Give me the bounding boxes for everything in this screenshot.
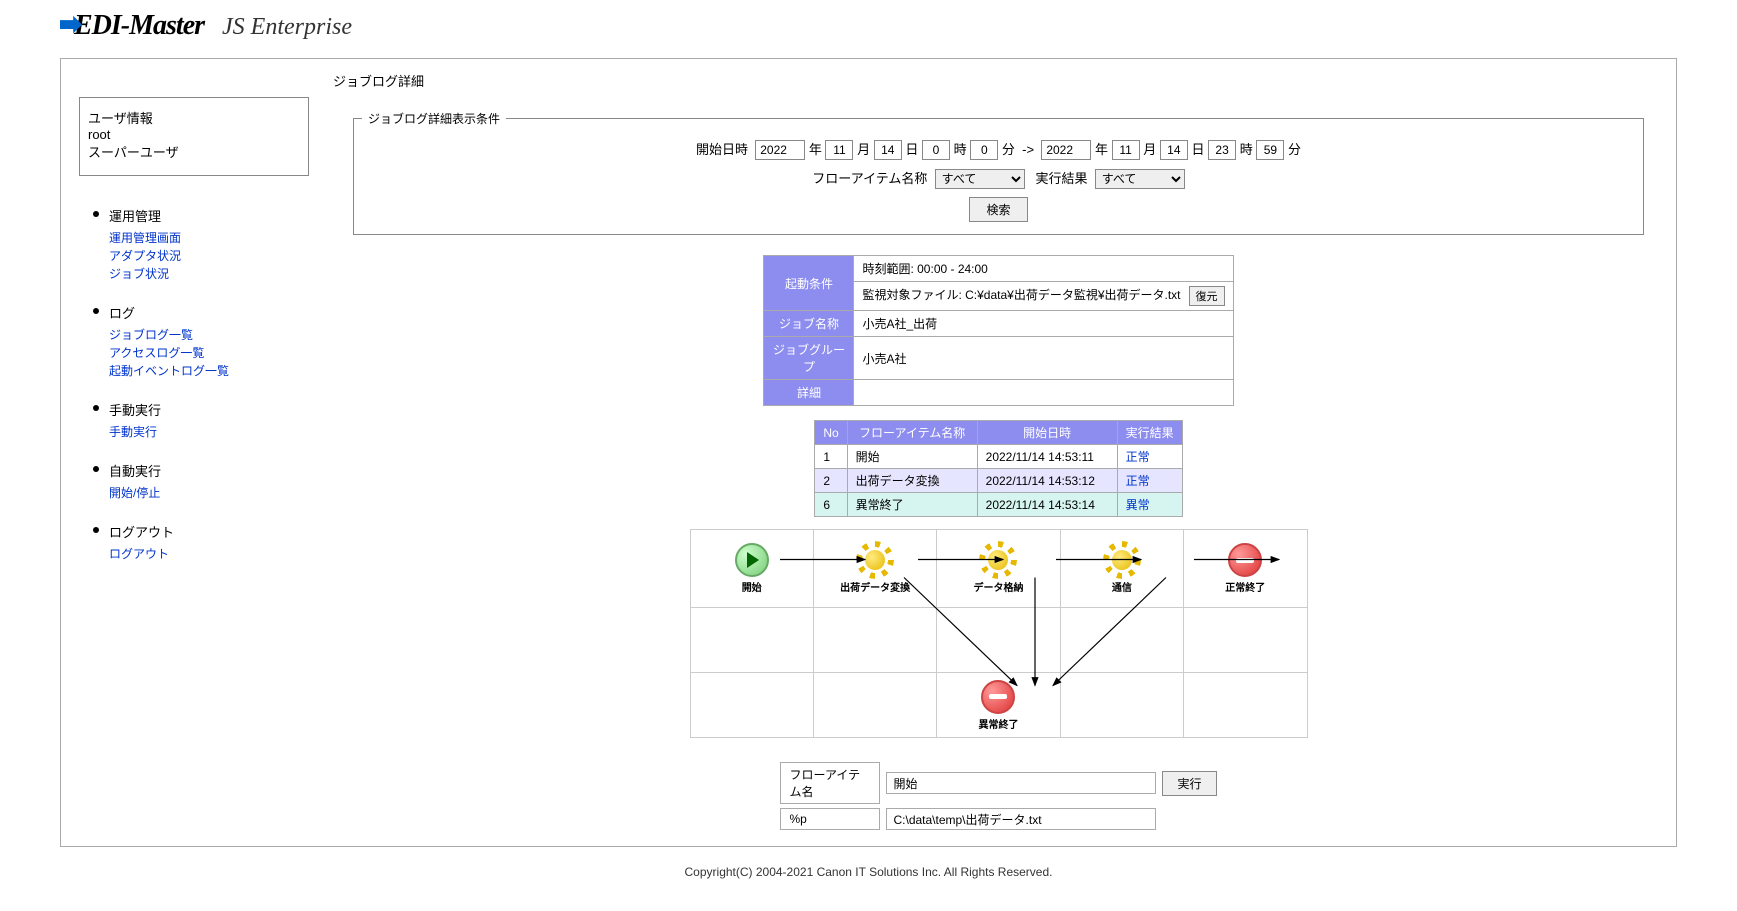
job-info-table: 起動条件 時刻範囲: 00:00 - 24:00 監視対象ファイル: C:¥da…: [763, 255, 1233, 406]
arrow-range: ->: [1022, 142, 1034, 157]
search-row-filters: フローアイテム名称 すべて 実行結果 すべて: [362, 168, 1635, 189]
col-name: フローアイテム名称: [847, 421, 977, 445]
input-month-from[interactable]: [825, 140, 853, 160]
result-link[interactable]: 異常: [1126, 498, 1150, 512]
trigger-time-range: 時刻範囲: 00:00 - 24:00: [854, 256, 1233, 282]
nav-head-2: 手動実行: [109, 400, 309, 419]
input-hour-from[interactable]: [922, 140, 950, 160]
table-row: 6異常終了2022/11/14 14:53:14異常: [815, 493, 1182, 517]
nav-link-4-0[interactable]: ログアウト: [109, 545, 309, 563]
col-datetime: 開始日時: [977, 421, 1117, 445]
result-link[interactable]: 正常: [1126, 474, 1150, 488]
sidebar: ユーザ情報 root スーパーユーザ 運用管理運用管理画面アダプタ状況ジョブ状況…: [69, 67, 319, 838]
restore-button[interactable]: 復元: [1189, 286, 1225, 306]
user-info-legend: ユーザ情報: [88, 111, 153, 126]
job-detail: [854, 380, 1233, 406]
input-hour-to[interactable]: [1208, 140, 1236, 160]
logo: EDI-Master JS Enterprise: [60, 10, 1677, 42]
label-job-group: ジョブグループ: [764, 337, 854, 380]
user-name: root: [88, 127, 300, 142]
label-flowitem-name-exec: フローアイテム名: [780, 762, 880, 804]
content-frame: ユーザ情報 root スーパーユーザ 運用管理運用管理画面アダプタ状況ジョブ状況…: [60, 58, 1677, 847]
search-row-date: 開始日時 年 月 日 時 分 -> 年 月 日 時 分: [362, 139, 1635, 160]
nav-head-1: ログ: [109, 303, 309, 322]
flow-grid: 開始 出荷データ変換 データ格納 通信 正常終了 異常終了: [690, 529, 1308, 738]
job-group: 小売A社: [854, 337, 1233, 380]
label-result: 実行結果: [1036, 171, 1088, 186]
nav-link-1-0[interactable]: ジョブログ一覧: [109, 326, 309, 344]
input-flowitem-name[interactable]: [886, 772, 1156, 794]
trigger-file: 監視対象ファイル: C:¥data¥出荷データ監視¥出荷データ.txt 復元: [854, 282, 1233, 311]
search-legend: ジョブログ詳細表示条件: [362, 110, 506, 127]
input-day-to[interactable]: [1160, 140, 1188, 160]
nav-link-0-0[interactable]: 運用管理画面: [109, 229, 309, 247]
flowitem-table: No フローアイテム名称 開始日時 実行結果 1開始2022/11/14 14:…: [814, 420, 1182, 517]
col-no: No: [815, 421, 847, 445]
label-percent-p: %p: [780, 808, 880, 830]
execute-table: フローアイテム名 実行 %p: [774, 758, 1222, 834]
label-job-name: ジョブ名称: [764, 311, 854, 337]
search-button[interactable]: 検索: [969, 197, 1027, 222]
flow-diagram: 開始 出荷データ変換 データ格納 通信 正常終了 異常終了: [690, 529, 1308, 738]
flow-node-abnormal-end[interactable]: 異常終了: [978, 680, 1018, 731]
main: ジョブログ詳細 ジョブログ詳細表示条件 開始日時 年 月 日 時 分 -> 年 …: [329, 67, 1668, 838]
flow-node-comm[interactable]: 通信: [1105, 543, 1139, 594]
sun-icon: [858, 543, 892, 577]
job-name: 小売A社_出荷: [854, 311, 1233, 337]
nav-link-2-0[interactable]: 手動実行: [109, 423, 309, 441]
label-flowitem-name: フローアイテム名称: [812, 171, 927, 186]
nav-link-3-0[interactable]: 開始/停止: [109, 484, 309, 502]
table-row: 1開始2022/11/14 14:53:11正常: [815, 445, 1182, 469]
play-icon: [735, 543, 769, 577]
label-detail: 詳細: [764, 380, 854, 406]
logo-js-enterprise: JS Enterprise: [222, 14, 352, 41]
input-percent-p[interactable]: [886, 808, 1156, 830]
footer-copyright: Copyright(C) 2004-2021 Canon IT Solution…: [0, 853, 1737, 891]
nav-link-1-1[interactable]: アクセスログ一覧: [109, 344, 309, 362]
input-min-from[interactable]: [970, 140, 998, 160]
stop-icon: [1228, 543, 1262, 577]
nav: 運用管理運用管理画面アダプタ状況ジョブ状況ログジョブログ一覧アクセスログ一覧起動…: [79, 206, 309, 563]
flow-node-store[interactable]: データ格納: [973, 543, 1023, 594]
input-min-to[interactable]: [1256, 140, 1284, 160]
result-link[interactable]: 正常: [1126, 450, 1150, 464]
header: EDI-Master JS Enterprise: [0, 0, 1737, 52]
col-result: 実行結果: [1117, 421, 1182, 445]
logo-edi-master: EDI-Master: [60, 10, 204, 42]
sun-icon: [981, 543, 1015, 577]
label-start-datetime: 開始日時: [696, 142, 748, 157]
select-flowitem[interactable]: すべて: [935, 169, 1025, 189]
sun-icon: [1105, 543, 1139, 577]
stop-icon: [981, 680, 1015, 714]
nav-head-3: 自動実行: [109, 461, 309, 480]
table-row: 2出荷データ変換2022/11/14 14:53:12正常: [815, 469, 1182, 493]
user-info-box: ユーザ情報 root スーパーユーザ: [79, 97, 309, 176]
search-criteria-box: ジョブログ詳細表示条件 開始日時 年 月 日 時 分 -> 年 月 日 時 分 …: [353, 110, 1644, 235]
execute-button[interactable]: 実行: [1162, 771, 1216, 796]
page-title: ジョブログ詳細: [333, 71, 1664, 90]
flow-node-normal-end[interactable]: 正常終了: [1225, 543, 1265, 594]
input-year-to[interactable]: [1041, 140, 1091, 160]
nav-link-0-1[interactable]: アダプタ状況: [109, 247, 309, 265]
input-year-from[interactable]: [755, 140, 805, 160]
user-role: スーパーユーザ: [88, 142, 300, 161]
label-trigger-condition: 起動条件: [764, 256, 854, 311]
select-result[interactable]: すべて: [1095, 169, 1185, 189]
nav-link-0-2[interactable]: ジョブ状況: [109, 265, 309, 283]
nav-head-0: 運用管理: [109, 206, 309, 225]
nav-head-4: ログアウト: [109, 522, 309, 541]
nav-link-1-2[interactable]: 起動イベントログ一覧: [109, 362, 309, 380]
input-day-from[interactable]: [874, 140, 902, 160]
flow-node-start[interactable]: 開始: [735, 543, 769, 594]
input-month-to[interactable]: [1112, 140, 1140, 160]
flow-node-convert[interactable]: 出荷データ変換: [840, 543, 910, 594]
